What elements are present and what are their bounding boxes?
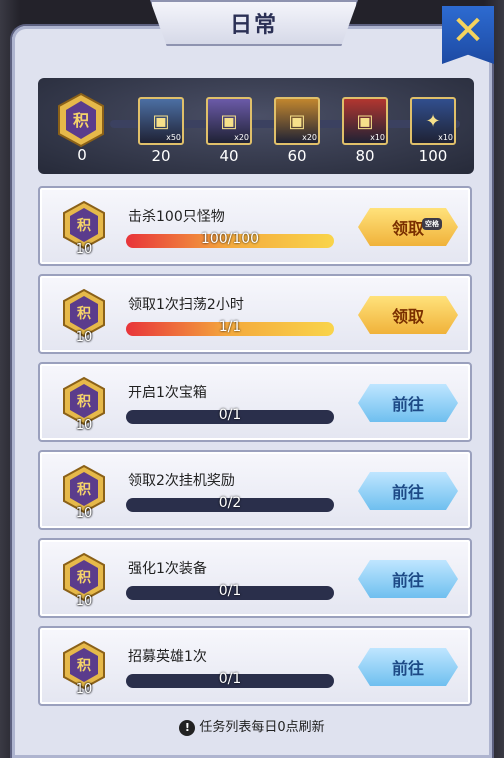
svg-text:积: 积 (77, 393, 91, 410)
close-icon: ✕ (451, 8, 485, 54)
task-row: 积 10 开启1次宝箱 0/1 前往 (38, 362, 472, 442)
task-progress-text: 1/1 (218, 319, 242, 335)
task-progress-text: 0/1 (218, 583, 242, 599)
go-button[interactable]: 前往 (358, 648, 458, 686)
svg-text:积: 积 (77, 481, 91, 498)
go-button[interactable]: 前往 (358, 560, 458, 598)
task-name: 领取1次扫荡2小时 (128, 297, 244, 313)
purple-chest-icon[interactable]: ▣ x20 (206, 97, 252, 145)
star-card-icon[interactable]: ✦ x10 (410, 97, 456, 145)
task-progress-text: 0/1 (218, 671, 242, 687)
task-progress-text: 100/100 (200, 231, 260, 247)
gold-chest-icon[interactable]: ▣ x20 (274, 97, 320, 145)
points-value: 0 (77, 146, 87, 164)
task-points: 10 (75, 242, 93, 257)
claim-button[interactable]: 领取 (358, 296, 458, 334)
svg-text:积: 积 (73, 111, 89, 130)
red-chest-icon[interactable]: ▣ x10 (342, 97, 388, 145)
svg-text:积: 积 (77, 217, 91, 234)
task-name: 开启1次宝箱 (128, 385, 207, 401)
chest-threshold: 40 (219, 147, 239, 165)
task-progress-text: 0/2 (218, 495, 242, 511)
task-points: 10 (75, 506, 93, 521)
claim-button[interactable]: 领取 空格 (358, 208, 458, 246)
chest-multiplier: x50 (166, 133, 181, 142)
task-name: 招募英雄1次 (128, 649, 207, 665)
chest-multiplier: x20 (234, 133, 249, 142)
task-points: 10 (75, 594, 93, 609)
go-button[interactable]: 前往 (358, 384, 458, 422)
silver-chest-icon[interactable]: ▣ x50 (138, 97, 184, 145)
svg-text:积: 积 (77, 569, 91, 586)
chest-multiplier: x10 (438, 133, 453, 142)
task-button-label: 前往 (391, 571, 424, 590)
task-name: 强化1次装备 (128, 561, 207, 577)
task-progress-text: 0/1 (218, 407, 242, 423)
task-points: 10 (75, 330, 93, 345)
go-button[interactable]: 前往 (358, 472, 458, 510)
chest-threshold: 60 (287, 147, 307, 165)
warning-icon: ! (179, 720, 196, 736)
task-button-label: 前往 (391, 395, 424, 414)
chest-multiplier: x20 (302, 133, 317, 142)
title-tab: 日常 (150, 0, 358, 46)
task-button-label: 前往 (391, 483, 424, 502)
task-button-label: 领取 (391, 307, 424, 326)
task-row: 积 10 招募英雄1次 0/1 前往 (38, 626, 472, 706)
chest-threshold: 100 (418, 147, 448, 165)
task-row: 积 10 领取2次挂机奖励 0/2 前往 (38, 450, 472, 530)
svg-text:积: 积 (77, 305, 91, 322)
task-points: 10 (75, 682, 93, 697)
task-row: 积 10 强化1次装备 0/1 前往 (38, 538, 472, 618)
points-badge-icon: 积 (58, 92, 104, 148)
chest-multiplier: x10 (370, 133, 385, 142)
svg-text:积: 积 (77, 657, 91, 674)
hotkey-tag: 空格 (422, 218, 442, 230)
task-button-label: 前往 (391, 659, 424, 678)
task-points: 10 (75, 418, 93, 433)
task-name: 击杀100只怪物 (128, 209, 225, 225)
task-button-label: 领取 (391, 219, 424, 238)
page-title: 日常 (229, 13, 278, 38)
chest-threshold: 80 (355, 147, 375, 165)
refresh-notice-text: 任务列表每日0点刷新 (199, 720, 325, 735)
refresh-notice: ! 任务列表每日0点刷新 (0, 716, 504, 736)
task-row: 积 10 领取1次扫荡2小时 1/1 领取 (38, 274, 472, 354)
chest-threshold: 20 (151, 147, 171, 165)
task-row: 积 10 击杀100只怪物 100/100 领取 空格 (38, 186, 472, 266)
task-name: 领取2次挂机奖励 (128, 473, 235, 489)
